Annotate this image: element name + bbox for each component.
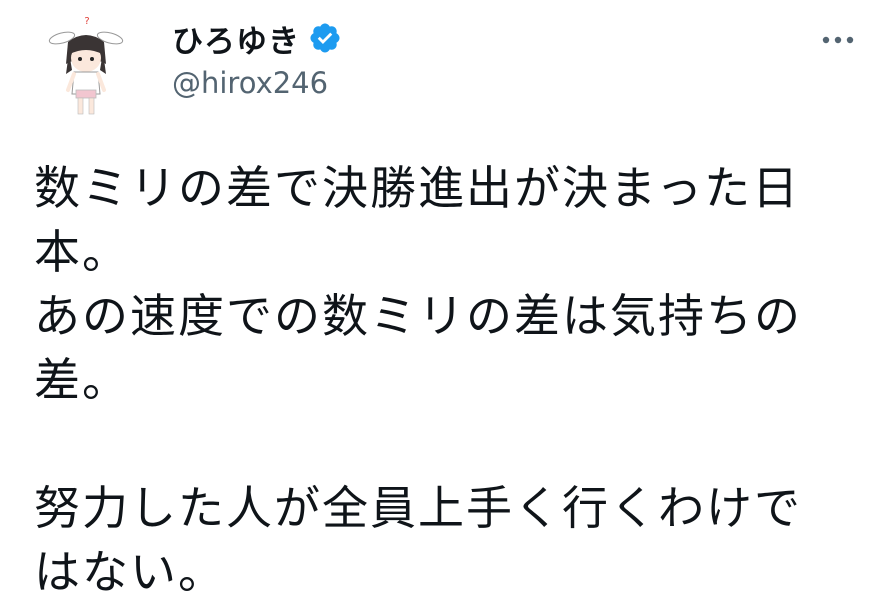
tweet-text-line: 努力した人が全員上手く行くわけで: [34, 481, 802, 535]
tweet-text-line: 数ミリの差で決勝進出が決まった日: [34, 161, 801, 215]
avatar-illustration-icon: ?: [48, 16, 124, 115]
tweet-text-line: あの速度での数ミリの差は気持ちの: [34, 289, 802, 343]
author-name-row[interactable]: ひろゆき: [172, 16, 342, 60]
display-name[interactable]: ひろゆき: [172, 16, 300, 61]
more-options-button[interactable]: [818, 20, 858, 60]
verified-badge-icon: [308, 21, 342, 55]
tweet-text-line: 差。: [34, 353, 130, 407]
avatar[interactable]: ?: [30, 12, 140, 122]
tweet-text-line: 本。: [34, 225, 130, 279]
svg-text:?: ?: [84, 16, 89, 27]
tweet-text: 数ミリの差で決勝進出が決まった日 本。 あの速度での数ミリの差は気持ちの 差。 …: [34, 156, 844, 604]
tweet-card: ? ひろゆき @hirox246 数ミリの差で決勝進出が決まった日 本。 あの速…: [0, 0, 888, 600]
more-horizontal-icon: [822, 36, 854, 44]
tweet-text-line: はない。: [34, 545, 226, 599]
author-handle[interactable]: @hirox246: [172, 66, 328, 100]
